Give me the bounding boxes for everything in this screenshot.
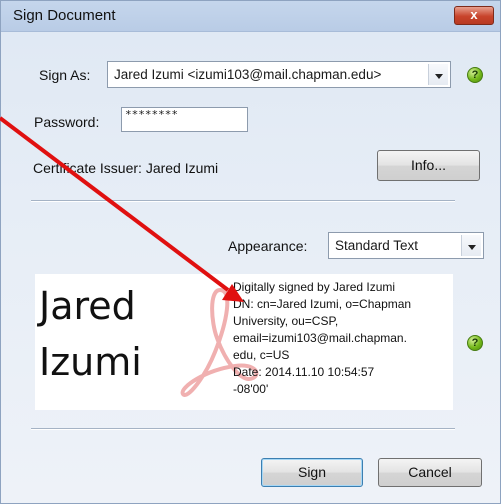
signature-detail-line: email=izumi103@mail.chapman. <box>233 331 407 345</box>
separator <box>31 200 455 202</box>
signature-detail-line: University, ou=CSP, <box>233 314 339 328</box>
sign-as-label: Sign As: <box>39 67 91 83</box>
appearance-dropdown[interactable]: Standard Text <box>328 232 484 259</box>
password-value: ******** <box>125 108 178 121</box>
close-button[interactable]: x <box>454 6 494 25</box>
password-field[interactable]: ******** <box>121 107 248 132</box>
signature-details: Digitally signed by Jared Izumi DN: cn=J… <box>233 279 453 398</box>
signature-detail-line: edu, c=US <box>233 348 290 362</box>
title-bar[interactable]: Sign Document x <box>1 1 500 32</box>
chevron-down-icon[interactable] <box>461 235 481 256</box>
signature-preview: Jared Izumi Digitally signed by Jared Iz… <box>35 274 453 410</box>
info-button[interactable]: Info... <box>377 150 480 181</box>
appearance-value: Standard Text <box>335 238 419 253</box>
chevron-down-icon[interactable] <box>428 64 448 85</box>
password-label: Password: <box>34 114 100 130</box>
cancel-button[interactable]: Cancel <box>378 458 482 487</box>
signature-name-line2: Izumi <box>39 340 142 384</box>
sign-button[interactable]: Sign <box>261 458 363 487</box>
signature-detail-line: Date: 2014.11.10 10:54:57 <box>233 365 375 379</box>
appearance-label: Appearance: <box>228 238 308 254</box>
certificate-issuer: Certificate Issuer: Jared Izumi <box>33 160 219 176</box>
sign-as-dropdown[interactable]: Jared Izumi <izumi103@mail.chapman.edu> <box>107 61 451 88</box>
sign-as-value: Jared Izumi <izumi103@mail.chapman.edu> <box>114 67 382 82</box>
signature-detail-line: DN: cn=Jared Izumi, o=Chapman <box>233 297 412 311</box>
separator <box>31 428 455 430</box>
signature-detail-line: Digitally signed by Jared Izumi <box>233 280 396 294</box>
sign-as-help-icon[interactable]: ? <box>467 67 483 83</box>
signature-name-line1: Jared <box>39 284 136 328</box>
dialog-title: Sign Document <box>13 7 116 24</box>
signature-detail-line: -08'00' <box>233 382 269 396</box>
appearance-help-icon[interactable]: ? <box>467 335 483 351</box>
